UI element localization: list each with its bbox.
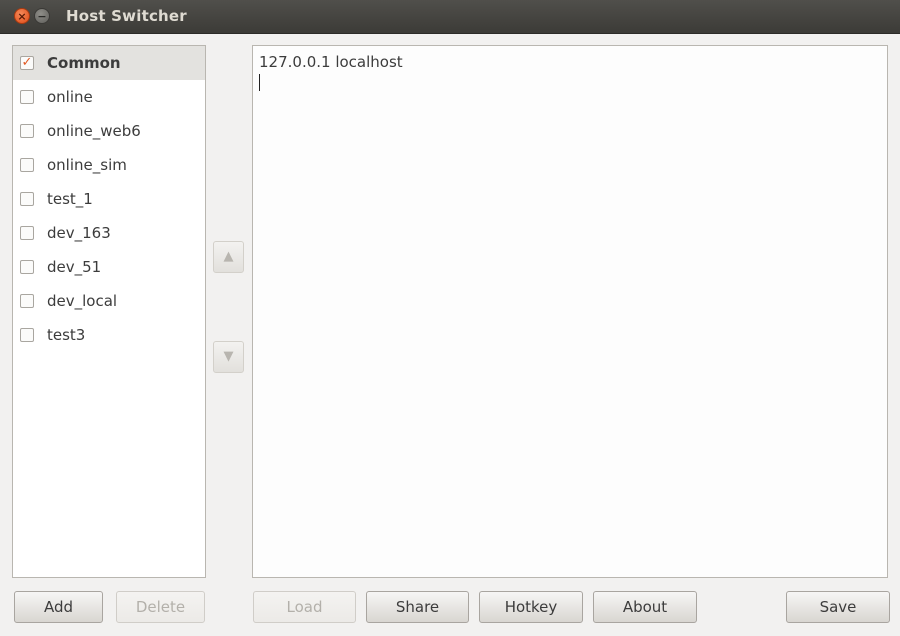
host-item-label: online_web6 <box>47 122 141 140</box>
load-button[interactable]: Load <box>253 591 356 623</box>
text-caret <box>259 74 260 91</box>
host-item-test3[interactable]: test3 <box>13 318 205 352</box>
checkbox[interactable] <box>20 328 34 342</box>
host-item-label: online <box>47 88 93 106</box>
checkbox[interactable] <box>20 260 34 274</box>
hotkey-button[interactable]: Hotkey <box>479 591 583 623</box>
editor-line: 127.0.0.1 localhost <box>259 53 403 71</box>
minimize-window-button[interactable]: − <box>34 8 50 24</box>
host-item-common[interactable]: ✓ Common <box>13 46 205 80</box>
checkbox[interactable]: ✓ <box>20 56 34 70</box>
checkbox[interactable] <box>20 90 34 104</box>
window-title: Host Switcher <box>66 7 187 25</box>
close-window-button[interactable]: × <box>14 8 30 24</box>
host-item-test-1[interactable]: test_1 <box>13 182 205 216</box>
host-item-online-web6[interactable]: online_web6 <box>13 114 205 148</box>
move-down-button[interactable]: ▼ <box>213 341 244 373</box>
host-item-label: test3 <box>47 326 86 344</box>
about-button[interactable]: About <box>593 591 697 623</box>
host-item-label: dev_163 <box>47 224 111 242</box>
hosts-editor[interactable]: 127.0.0.1 localhost <box>252 45 888 578</box>
add-button[interactable]: Add <box>14 591 103 623</box>
host-item-label: dev_51 <box>47 258 102 276</box>
host-item-label: Common <box>47 54 121 72</box>
host-item-label: test_1 <box>47 190 93 208</box>
checkbox[interactable] <box>20 226 34 240</box>
host-item-dev-163[interactable]: dev_163 <box>13 216 205 250</box>
arrow-down-icon: ▼ <box>223 349 234 364</box>
host-item-dev-51[interactable]: dev_51 <box>13 250 205 284</box>
title-bar: × − Host Switcher <box>0 0 900 34</box>
checkbox[interactable] <box>20 158 34 172</box>
host-item-label: dev_local <box>47 292 118 310</box>
host-item-online-sim[interactable]: online_sim <box>13 148 205 182</box>
move-up-button[interactable]: ▲ <box>213 241 244 273</box>
check-icon: ✓ <box>21 55 33 70</box>
minimize-icon: − <box>37 10 47 23</box>
delete-button[interactable]: Delete <box>116 591 205 623</box>
checkbox[interactable] <box>20 294 34 308</box>
host-item-label: online_sim <box>47 156 127 174</box>
host-item-dev-local[interactable]: dev_local <box>13 284 205 318</box>
host-list: ✓ Common online online_web6 online_sim t… <box>12 45 206 578</box>
checkbox[interactable] <box>20 192 34 206</box>
close-icon: × <box>17 10 27 23</box>
host-item-online[interactable]: online <box>13 80 205 114</box>
save-button[interactable]: Save <box>786 591 890 623</box>
share-button[interactable]: Share <box>366 591 469 623</box>
arrow-up-icon: ▲ <box>223 249 234 264</box>
checkbox[interactable] <box>20 124 34 138</box>
